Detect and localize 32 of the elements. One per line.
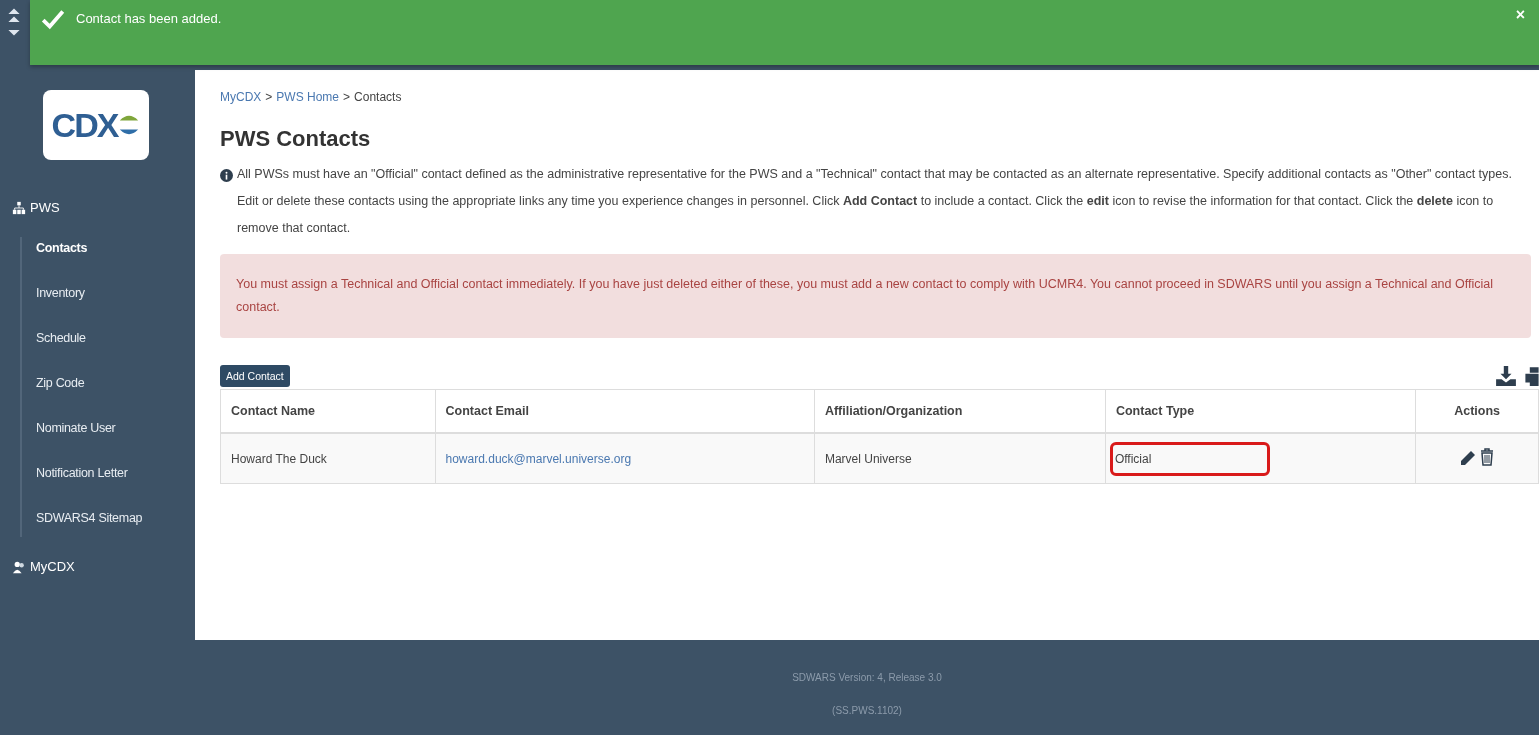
breadcrumb-current: Contacts xyxy=(354,90,402,104)
alert-message: You must assign a Technical and Official contact immediately. If you have just deleted either of these, you must add a new contact to comply with UCMR4. You cannot proceed in SDWARS until you assign a Technical and Official contact. xyxy=(220,254,1531,338)
nav-section[interactable]: PWS xyxy=(30,200,60,215)
nav-item[interactable]: Nominate User xyxy=(36,421,195,435)
nav-item[interactable]: Inventory xyxy=(36,286,195,300)
logo-text: CDX xyxy=(51,105,118,145)
delete-icon[interactable] xyxy=(1479,447,1494,467)
breadcrumb-link[interactable]: MyCDX xyxy=(220,90,262,104)
users-icon xyxy=(12,559,26,574)
nav-item[interactable]: Contacts xyxy=(36,241,195,255)
email-link[interactable]: howard.duck@marvel.universe.org xyxy=(445,451,632,466)
info-paragraph: All PWSs must have an "Official" contact defined as the administrative representative for the PWS and a "Technical" contact that may be contacted as an alternate representative. Specify additional contacts as "Other" contact types. Edit or delete these contacts using the appropriate links any time you experience changes in personnel. Click Add Contact to include a contact. Click the edit icon to revise the information for that contact. Click the delete icon to remove that contact. xyxy=(237,166,1513,237)
nav-item[interactable]: Notification Letter xyxy=(36,466,195,480)
footer-text: SDWARS Version: 4, Release 3.0 xyxy=(791,672,943,683)
nav-item[interactable]: SDWARS4 Sitemap xyxy=(36,511,195,525)
table-cell: Howard The Duck xyxy=(220,433,435,484)
nav-section[interactable]: MyCDX xyxy=(30,559,75,574)
footer-text: (SS.PWS.1102) xyxy=(831,705,903,716)
table-cell: Marvel Universe xyxy=(814,433,1106,484)
contact-type-cell: Official xyxy=(1109,441,1270,476)
sitemap-icon xyxy=(12,200,26,215)
edit-icon[interactable] xyxy=(1460,449,1477,467)
banner-message: Contact has been added. xyxy=(76,11,222,26)
breadcrumb-link[interactable]: PWS Home xyxy=(276,90,340,104)
nav-item[interactable]: Zip Code xyxy=(36,376,195,390)
breadcrumb-separator: > xyxy=(343,90,351,104)
page-title: PWS Contacts xyxy=(220,126,372,152)
add-contact-button[interactable]: Add Contact xyxy=(220,365,290,387)
download-icon[interactable] xyxy=(1495,365,1517,387)
breadcrumb-separator: > xyxy=(265,90,273,104)
info-icon xyxy=(220,169,233,182)
nav-item[interactable]: Schedule xyxy=(36,331,195,345)
